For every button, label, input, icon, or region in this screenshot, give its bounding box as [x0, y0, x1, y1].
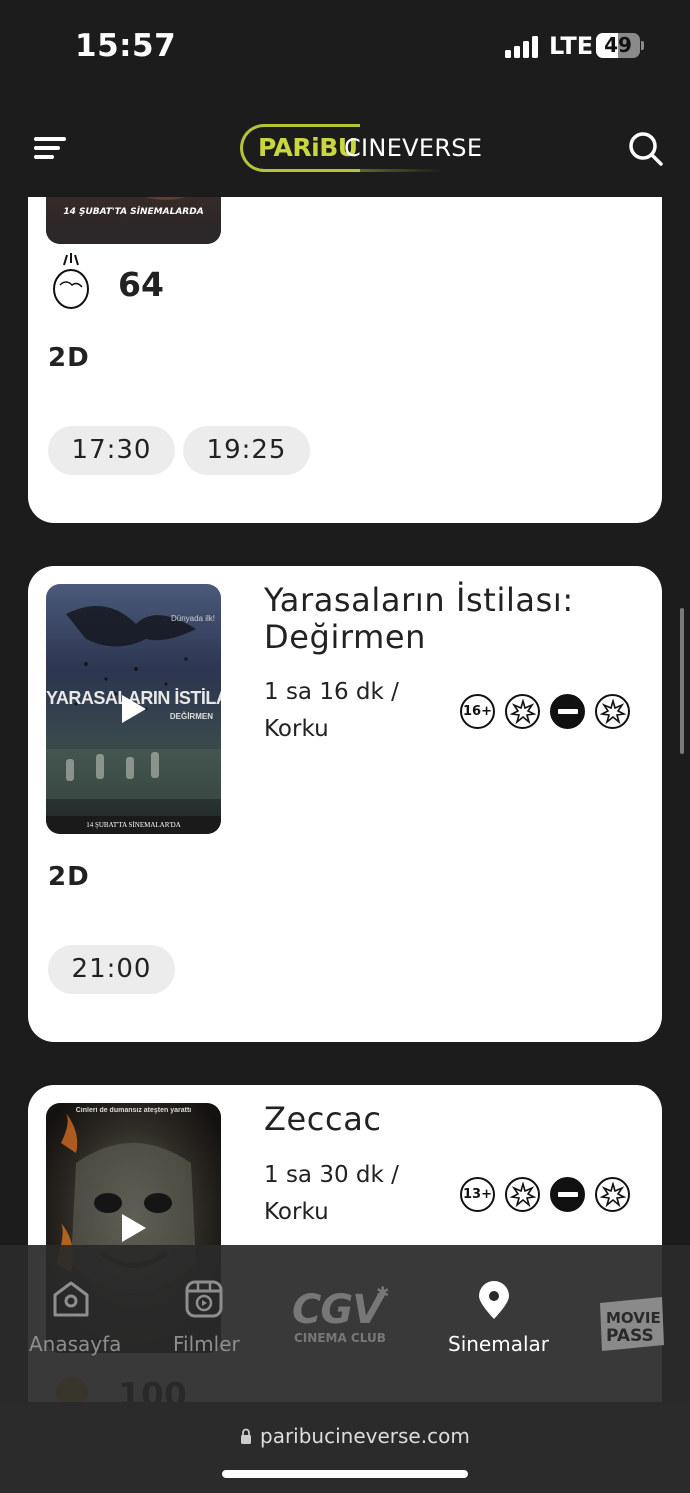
showtimes-list: 21:00 — [48, 945, 175, 994]
fear-icon — [595, 694, 630, 729]
age-rating-icon: 13+ — [460, 1177, 495, 1212]
location-pin-icon — [477, 1281, 511, 1321]
play-icon[interactable] — [122, 695, 146, 723]
nav-item-sinemalar[interactable]: Sinemalar — [440, 1245, 550, 1402]
url-text[interactable]: paribucineverse.com — [260, 1424, 470, 1448]
svg-text:PASS: PASS — [606, 1326, 654, 1346]
movie-genre: Korku — [264, 716, 329, 742]
showtime-button[interactable]: 17:30 — [48, 426, 175, 475]
negative-example-icon — [550, 694, 585, 729]
logo-cineverse-text: CINEVERSE — [344, 134, 483, 162]
browser-url-bar[interactable]: paribucineverse.com — [0, 1402, 690, 1493]
battery-icon: 49 — [596, 33, 640, 58]
nav-label: Filmler — [173, 1332, 240, 1356]
movie-duration: 1 sa 16 dk / — [264, 679, 399, 705]
film-icon — [184, 1279, 224, 1319]
play-icon[interactable] — [122, 1214, 146, 1242]
cgv-cinema-club-logo[interactable]: CGV CINEMA CLUB ✱ — [292, 1285, 392, 1347]
violence-icon — [505, 1177, 540, 1212]
nav-label: Anasayfa — [29, 1332, 122, 1356]
status-time: 15:57 — [75, 28, 177, 64]
bottom-navigation: Anasayfa Filmler CGV CINEMA CLUB ✱ Sinem… — [0, 1245, 690, 1402]
app-logo[interactable]: PARiBU CINEVERSE — [240, 124, 482, 172]
movie-card: YARASALARIN İSTİLASI DEĞİRMEN Dünyada il… — [28, 566, 662, 1042]
movie-duration-genre: 1 sa 16 dk / Korku — [264, 674, 414, 748]
status-bar: 15:57 LTE 49 — [0, 0, 690, 95]
cinema-showtimes-list[interactable]: 14 ŞUBAT'TA SİNEMALARDA 64 2D 17:30 19:2… — [0, 197, 690, 1402]
poster-caption: 14 ŞUBAT'TA SİNEMALARDA — [63, 207, 204, 217]
cgv-logo-subtext: CINEMA CLUB — [294, 1331, 386, 1345]
network-type: LTE — [549, 32, 594, 60]
age-rating-icon: 16+ — [460, 694, 495, 729]
home-indicator[interactable] — [222, 1470, 468, 1478]
fear-icon — [595, 1177, 630, 1212]
nav-item-anasayfa[interactable]: Anasayfa — [0, 1245, 142, 1402]
movie-duration-genre: 1 sa 30 dk / Korku — [264, 1157, 414, 1231]
format-label: 2D — [48, 343, 90, 373]
signal-strength-icon — [505, 36, 541, 58]
sparkle-icon: ✱ — [376, 1285, 390, 1302]
poster-subtitle-text: DEĞİRMEN — [169, 712, 213, 721]
content-rating-icons: 16+ — [460, 694, 630, 729]
nav-item-filmler[interactable]: Filmler — [142, 1245, 266, 1402]
movie-duration: 1 sa 30 dk / — [264, 1162, 399, 1188]
movie-poster[interactable]: YARASALARIN İSTİLASI DEĞİRMEN Dünyada il… — [46, 584, 221, 834]
showtime-button[interactable]: 19:25 — [183, 426, 310, 475]
showtimes-list: 17:30 19:25 — [48, 426, 310, 475]
negative-example-icon — [550, 1177, 585, 1212]
movie-title[interactable]: Yarasaların İstilası: Değirmen — [264, 582, 574, 656]
movie-card: 14 ŞUBAT'TA SİNEMALARDA 64 2D 17:30 19:2… — [28, 197, 662, 523]
poster-tag-text: Dünyada ilk! — [170, 614, 215, 623]
content-rating-icons: 13+ — [460, 1177, 630, 1212]
cgv-logo-text: CGV — [292, 1287, 383, 1333]
poster-caption: 14 ŞUBAT'TA SİNEMALAR'DA — [86, 821, 181, 829]
cgv-moviepass-logo[interactable]: MOVIE PASS — [598, 1293, 668, 1353]
popcorn-egg-icon — [50, 251, 92, 311]
poster-tagline: Cinleri de dumansız ateşten yarattı — [75, 1107, 192, 1114]
search-icon[interactable] — [628, 131, 664, 167]
home-icon — [51, 1279, 91, 1319]
movie-genre: Korku — [264, 1199, 329, 1225]
violence-icon — [505, 694, 540, 729]
battery-percent: 49 — [604, 33, 632, 57]
svg-text:MOVIE: MOVIE — [606, 1309, 661, 1327]
logo-paribu-text: PARiBU — [258, 133, 358, 162]
hamburger-menu-icon[interactable] — [34, 137, 66, 159]
scrollbar[interactable] — [680, 608, 684, 754]
audience-score: 64 — [118, 265, 164, 304]
movie-poster[interactable]: 14 ŞUBAT'TA SİNEMALARDA — [46, 197, 221, 244]
app-header: PARiBU CINEVERSE — [0, 95, 690, 197]
showtime-button[interactable]: 21:00 — [48, 945, 175, 994]
lock-icon — [240, 1428, 252, 1444]
nav-label: Sinemalar — [448, 1332, 550, 1356]
movie-title[interactable]: Zeccac — [264, 1101, 382, 1138]
format-label: 2D — [48, 862, 90, 892]
